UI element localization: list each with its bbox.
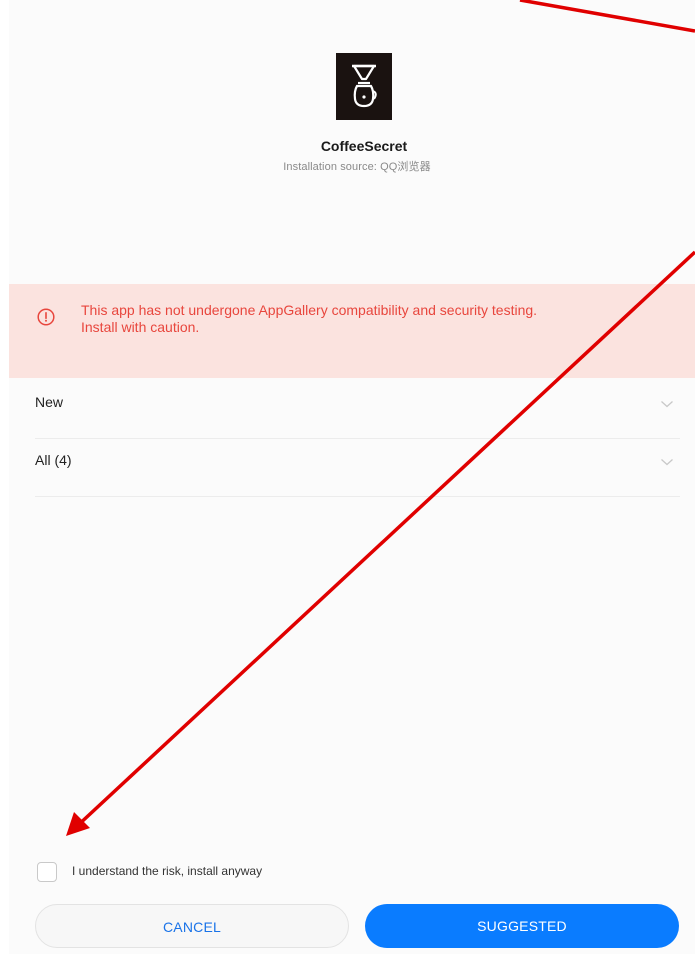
permissions-row-label: New <box>35 394 64 410</box>
permissions-row-new[interactable]: New <box>35 380 680 439</box>
alert-circle-icon <box>37 308 55 326</box>
risk-consent-label[interactable]: I understand the risk, install anyway <box>72 864 262 878</box>
installation-source: Installation source: QQ浏览器 <box>283 161 431 173</box>
annotation-arrowhead <box>66 812 90 836</box>
coffee-pour-over-icon <box>336 53 392 120</box>
warning-text-line-1: This app has not undergone AppGallery co… <box>81 302 538 318</box>
app-name: CoffeeSecret <box>320 138 408 154</box>
warning-text-line-2: Install with caution. <box>81 319 200 335</box>
risk-consent-checkbox[interactable] <box>37 862 57 882</box>
chevron-down-icon <box>660 454 674 466</box>
suggested-button[interactable]: SUGGESTED <box>365 904 679 948</box>
permissions-row-label: All (4) <box>35 452 72 468</box>
cancel-button[interactable]: CANCEL <box>35 904 349 948</box>
warning-text: This app has not undergone AppGallery co… <box>81 302 681 336</box>
chevron-down-icon <box>660 396 674 408</box>
permissions-row-all[interactable]: All (4) <box>35 438 680 497</box>
annotation-line-top <box>519 0 695 33</box>
